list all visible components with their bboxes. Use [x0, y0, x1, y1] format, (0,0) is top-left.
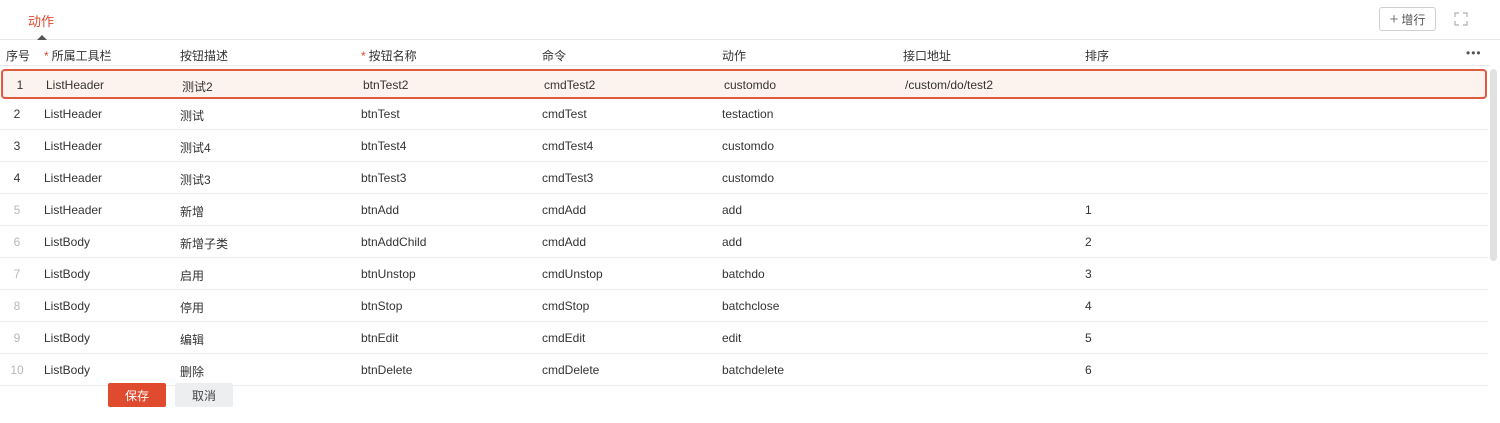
- cell-action[interactable]: add: [722, 203, 742, 217]
- required-marker: *: [361, 49, 366, 63]
- cancel-button[interactable]: 取消: [175, 383, 233, 407]
- cell-command[interactable]: cmdTest3: [542, 171, 593, 185]
- cell-order[interactable]: 5: [1085, 331, 1092, 345]
- cell-toolbar[interactable]: ListHeader: [44, 107, 102, 121]
- cell-name[interactable]: btnTest3: [361, 171, 406, 185]
- cell-name[interactable]: btnUnstop: [361, 267, 416, 281]
- column-header-toolbar: * 所属工具栏: [44, 49, 112, 63]
- save-button[interactable]: 保存: [108, 383, 166, 407]
- cell-desc[interactable]: 启用: [180, 267, 204, 284]
- plus-icon: +: [1389, 10, 1399, 28]
- cell-command[interactable]: cmdStop: [542, 299, 589, 313]
- row-index: 3: [13, 139, 21, 153]
- cell-name[interactable]: btnAdd: [361, 203, 399, 217]
- row-index: 4: [13, 171, 21, 185]
- row-index: 5: [13, 203, 21, 217]
- cell-desc[interactable]: 新增: [180, 203, 204, 220]
- cell-command[interactable]: cmdUnstop: [542, 267, 603, 281]
- cell-name[interactable]: btnTest4: [361, 139, 406, 153]
- cell-command[interactable]: cmdEdit: [542, 331, 585, 345]
- table-row[interactable]: 2 ListHeader 测试 btnTest cmdTest testaction: [0, 98, 1488, 130]
- cell-desc[interactable]: 测试2: [182, 78, 213, 95]
- cell-name[interactable]: btnDelete: [361, 363, 412, 377]
- table-row[interactable]: 7 ListBody 启用 btnUnstop cmdUnstop batchdo 3: [0, 258, 1488, 290]
- cell-toolbar[interactable]: ListHeader: [46, 78, 104, 92]
- cell-command[interactable]: cmdAdd: [542, 235, 586, 249]
- table-row[interactable]: 4 ListHeader 测试3 btnTest3 cmdTest3 customdo: [0, 162, 1488, 194]
- cell-action[interactable]: edit: [722, 331, 741, 345]
- table-row[interactable]: 8 ListBody 停用 btnStop cmdStop batchclose 4: [0, 290, 1488, 322]
- cell-name[interactable]: btnEdit: [361, 331, 398, 345]
- cell-command[interactable]: cmdTest4: [542, 139, 593, 153]
- vertical-scrollbar[interactable]: [1490, 69, 1497, 261]
- cell-name[interactable]: btnAddChild: [361, 235, 426, 249]
- cell-toolbar[interactable]: ListHeader: [44, 171, 102, 185]
- cell-action[interactable]: customdo: [722, 139, 774, 153]
- row-index: 7: [13, 267, 21, 281]
- cell-command[interactable]: cmdAdd: [542, 203, 586, 217]
- cell-desc[interactable]: 测试3: [180, 171, 211, 188]
- cell-order[interactable]: 3: [1085, 267, 1092, 281]
- add-row-label: 增行: [1401, 12, 1426, 27]
- cell-desc[interactable]: 新增子类: [180, 235, 228, 252]
- cell-desc[interactable]: 删除: [180, 363, 204, 380]
- cell-desc[interactable]: 停用: [180, 299, 204, 316]
- cell-action[interactable]: customdo: [722, 171, 774, 185]
- cell-action[interactable]: testaction: [722, 107, 773, 121]
- cell-desc[interactable]: 测试: [180, 107, 204, 124]
- row-index: 6: [13, 235, 21, 249]
- tab-bar: 动作 + 增行: [0, 0, 1500, 40]
- cell-command[interactable]: cmdTest: [542, 107, 587, 121]
- cell-desc[interactable]: 编辑: [180, 331, 204, 348]
- table-row[interactable]: 6 ListBody 新增子类 btnAddChild cmdAdd add 2: [0, 226, 1488, 258]
- cell-toolbar[interactable]: ListBody: [44, 267, 90, 281]
- cell-action[interactable]: batchdo: [722, 267, 765, 281]
- cell-toolbar[interactable]: ListBody: [44, 363, 90, 377]
- column-header-desc: 按钮描述: [180, 49, 229, 63]
- table-row[interactable]: 10 ListBody 删除 btnDelete cmdDelete batchdelet…: [0, 354, 1488, 386]
- column-header-url: 接口地址: [903, 49, 952, 63]
- cell-url[interactable]: /custom/do/test2: [905, 78, 993, 92]
- cell-name[interactable]: btnStop: [361, 299, 402, 313]
- cell-order[interactable]: 2: [1085, 235, 1092, 249]
- more-icon[interactable]: •••: [1466, 46, 1482, 60]
- table-header: 序号 * 所属工具栏 按钮描述 * 按钮名称 命令 动作 接口地址 排序 •••: [0, 40, 1490, 66]
- add-row-button[interactable]: + 增行: [1379, 7, 1436, 31]
- cell-toolbar[interactable]: ListBody: [44, 235, 90, 249]
- cell-action[interactable]: batchclose: [722, 299, 779, 313]
- tab-actions[interactable]: 动作: [28, 11, 54, 30]
- row-index: 9: [13, 331, 21, 345]
- column-header-action: 动作: [722, 49, 747, 63]
- column-header-index: 序号: [6, 49, 31, 63]
- cell-toolbar[interactable]: ListHeader: [44, 139, 102, 153]
- cell-order[interactable]: 4: [1085, 299, 1092, 313]
- table-row[interactable]: 1 ListHeader 测试2 btnTest2 cmdTest2 customdo/c…: [1, 69, 1487, 99]
- table-row[interactable]: 3 ListHeader 测试4 btnTest4 cmdTest4 customdo: [0, 130, 1488, 162]
- row-index: 8: [13, 299, 21, 313]
- table-row[interactable]: 9 ListBody 编辑 btnEdit cmdEdit edit 5: [0, 322, 1488, 354]
- cell-order[interactable]: 1: [1085, 203, 1092, 217]
- column-header-name: * 按钮名称: [361, 49, 417, 63]
- cell-toolbar[interactable]: ListBody: [44, 299, 90, 313]
- cell-name[interactable]: btnTest2: [363, 78, 408, 92]
- cell-command[interactable]: cmdDelete: [542, 363, 599, 377]
- row-index: 1: [16, 78, 24, 92]
- row-index: 10: [10, 363, 24, 377]
- cell-name[interactable]: btnTest: [361, 107, 400, 121]
- column-header-order: 排序: [1085, 49, 1110, 63]
- cell-desc[interactable]: 测试4: [180, 139, 211, 156]
- cell-action[interactable]: customdo: [724, 78, 776, 92]
- row-index: 2: [13, 107, 21, 121]
- cell-action[interactable]: add: [722, 235, 742, 249]
- fullscreen-icon[interactable]: [1453, 11, 1469, 27]
- cell-action[interactable]: batchdelete: [722, 363, 784, 377]
- table-row[interactable]: 5 ListHeader 新增 btnAdd cmdAdd add 1: [0, 194, 1488, 226]
- cell-toolbar[interactable]: ListBody: [44, 331, 90, 345]
- cell-order[interactable]: 6: [1085, 363, 1092, 377]
- cell-command[interactable]: cmdTest2: [544, 78, 595, 92]
- column-header-command: 命令: [542, 49, 567, 63]
- required-marker: *: [44, 49, 49, 63]
- cell-toolbar[interactable]: ListHeader: [44, 203, 102, 217]
